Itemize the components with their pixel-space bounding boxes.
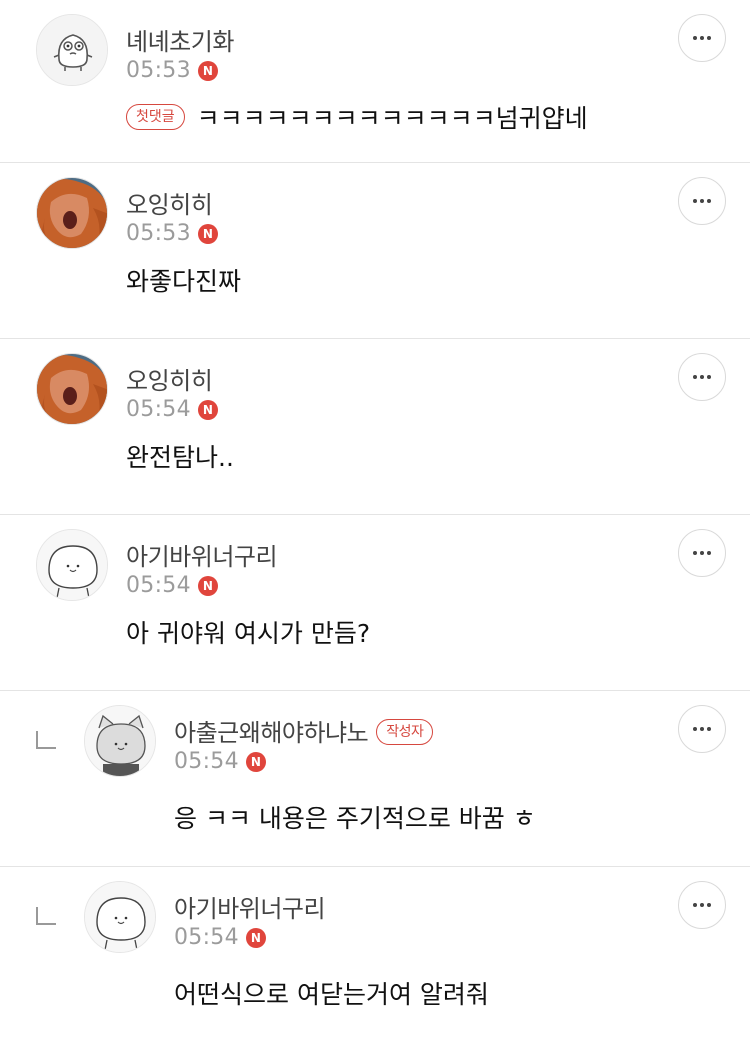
dot-icon [707,551,711,555]
comment-text-row: 아 귀야워 여시가 만듬? [126,614,370,650]
dot-icon [693,36,697,40]
orange-hair-photo [37,354,107,424]
dot-icon [707,727,711,731]
comment-text-row: 응 ㅋㅋ 내용은 주기적으로 바꿈 ㅎ [174,799,536,835]
dot-icon [700,727,704,731]
avatar[interactable] [36,353,108,425]
comment-meta: 05:54 N [174,925,266,950]
comment-text: ㅋㅋㅋㅋㅋㅋㅋㅋㅋㅋㅋㅋㅋ넘귀얍네 [196,104,588,133]
author-name[interactable]: 아기바위너구리 [174,889,326,924]
comment-text: 어떤식으로 여닫는거여 알려줘 [174,980,489,1009]
dot-icon [700,36,704,40]
timestamp: 05:54 [126,397,191,422]
avatar[interactable] [36,177,108,249]
more-options-button[interactable] [678,177,726,225]
orange-hair-photo [37,178,107,248]
dot-icon [693,199,697,203]
comment-item: 오잉히히 05:53 N 와좋다진짜 [0,163,750,339]
dot-icon [693,903,697,907]
dot-icon [700,903,704,907]
avatar[interactable] [36,14,108,86]
more-options-button[interactable] [678,705,726,753]
comment-text-row: 와좋다진짜 [126,262,241,298]
dot-icon [693,727,697,731]
more-options-button[interactable] [678,529,726,577]
new-badge-icon: N [197,575,218,596]
comment-meta: 05:54 N [126,573,218,598]
reply-item: 아출근왜해야하냐노 작성자 05:54 N 응 ㅋㅋ 내용은 주기적으로 바꿈 ㅎ [0,691,750,867]
author-name[interactable]: 녜녜초기화 [126,22,234,57]
new-badge-icon: N [197,399,218,420]
gray-cat-character [85,706,155,776]
cartoon-character-icon [37,15,107,85]
comment-text: 아 귀야워 여시가 만듬? [126,619,371,648]
comment-text: 완전탐나.. [126,443,234,472]
timestamp: 05:54 [126,573,191,598]
comment-text-row: 어떤식으로 여닫는거여 알려줘 [174,975,489,1011]
dot-icon [707,199,711,203]
new-badge-icon: N [245,927,266,948]
avatar[interactable] [84,705,156,777]
reply-arrow-icon [36,731,56,749]
comment-meta: 05:53 N [126,221,218,246]
dot-icon [700,551,704,555]
author-name[interactable]: 아기바위너구리 [126,537,278,572]
new-badge-icon: N [197,223,218,244]
dot-icon [700,375,704,379]
dot-icon [707,375,711,379]
author-name-row: 아출근왜해야하냐노 작성자 [174,713,434,748]
timestamp: 05:54 [174,925,239,950]
white-blob-character [37,530,107,600]
first-comment-tag: 첫댓글 [126,104,185,130]
author-name[interactable]: 오잉히히 [126,185,213,220]
reply-item: 아기바위너구리 05:54 N 어떤식으로 여닫는거여 알려줘 [0,867,750,1047]
dot-icon [707,36,711,40]
new-badge-icon: N [245,751,266,772]
author-tag: 작성자 [376,719,434,745]
more-options-button[interactable] [678,14,726,62]
comment-text: 응 ㅋㅋ 내용은 주기적으로 바꿈 ㅎ [174,804,536,833]
comment-meta: 05:53 N [126,58,218,83]
avatar[interactable] [84,881,156,953]
comment-meta: 05:54 N [126,397,218,422]
reply-arrow-icon [36,907,56,925]
timestamp: 05:53 [126,58,191,83]
more-options-button[interactable] [678,353,726,401]
comment-item: 오잉히히 05:54 N 완전탐나.. [0,339,750,515]
comment-meta: 05:54 N [174,749,266,774]
new-badge-icon: N [197,60,218,81]
dot-icon [700,199,704,203]
comment-item: 아기바위너구리 05:54 N 아 귀야워 여시가 만듬? [0,515,750,691]
white-blob-character [85,882,155,952]
timestamp: 05:53 [126,221,191,246]
avatar[interactable] [36,529,108,601]
dot-icon [693,551,697,555]
author-name[interactable]: 오잉히히 [126,361,213,396]
author-name[interactable]: 아출근왜해야하냐노 [174,719,369,747]
comment-text-row: 첫댓글 ㅋㅋㅋㅋㅋㅋㅋㅋㅋㅋㅋㅋㅋ넘귀얍네 [126,99,588,135]
comment-text-row: 완전탐나.. [126,438,234,474]
more-options-button[interactable] [678,881,726,929]
dot-icon [707,903,711,907]
dot-icon [693,375,697,379]
comment-item: 녜녜초기화 05:53 N 첫댓글 ㅋㅋㅋㅋㅋㅋㅋㅋㅋㅋㅋㅋㅋ넘귀얍네 [0,0,750,163]
timestamp: 05:54 [174,749,239,774]
comment-text: 와좋다진짜 [126,267,242,296]
